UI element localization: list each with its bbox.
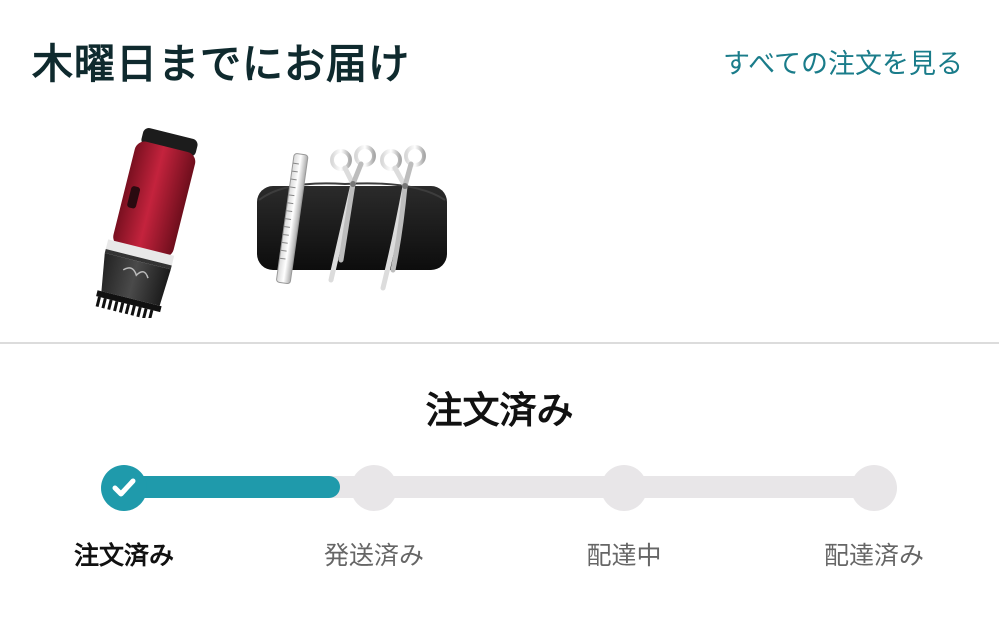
step-label-in-transit: 配達中	[586, 541, 662, 570]
step-dot-delivered	[851, 465, 897, 511]
order-status-heading: 注文済み	[425, 389, 574, 432]
view-all-orders-link[interactable]: すべての注文を見る	[723, 42, 963, 81]
checkmark-icon	[112, 478, 136, 497]
step-dot-shipped	[351, 465, 397, 511]
step-label-ordered: 注文済み	[73, 541, 174, 570]
hair-clipper-image	[95, 128, 198, 321]
progress-fill	[120, 476, 340, 498]
scissors-set-image	[257, 145, 447, 291]
section-divider	[0, 342, 999, 344]
product-thumbnail-hair-clipper[interactable]	[60, 118, 200, 321]
order-tracking-card: 木曜日までにお届け すべての注文を見る 注文済み 注文済み 発送済み 配達中 配…	[0, 0, 999, 625]
progress-track	[120, 476, 880, 498]
step-label-shipped: 発送済み	[323, 541, 424, 570]
step-dot-in-transit	[601, 465, 647, 511]
product-thumbnail-scissors-set[interactable]	[245, 140, 450, 300]
step-label-delivered: 配達済み	[823, 541, 924, 570]
delivery-title: 木曜日までにお届け	[32, 40, 410, 88]
step-dot-ordered	[101, 465, 147, 511]
